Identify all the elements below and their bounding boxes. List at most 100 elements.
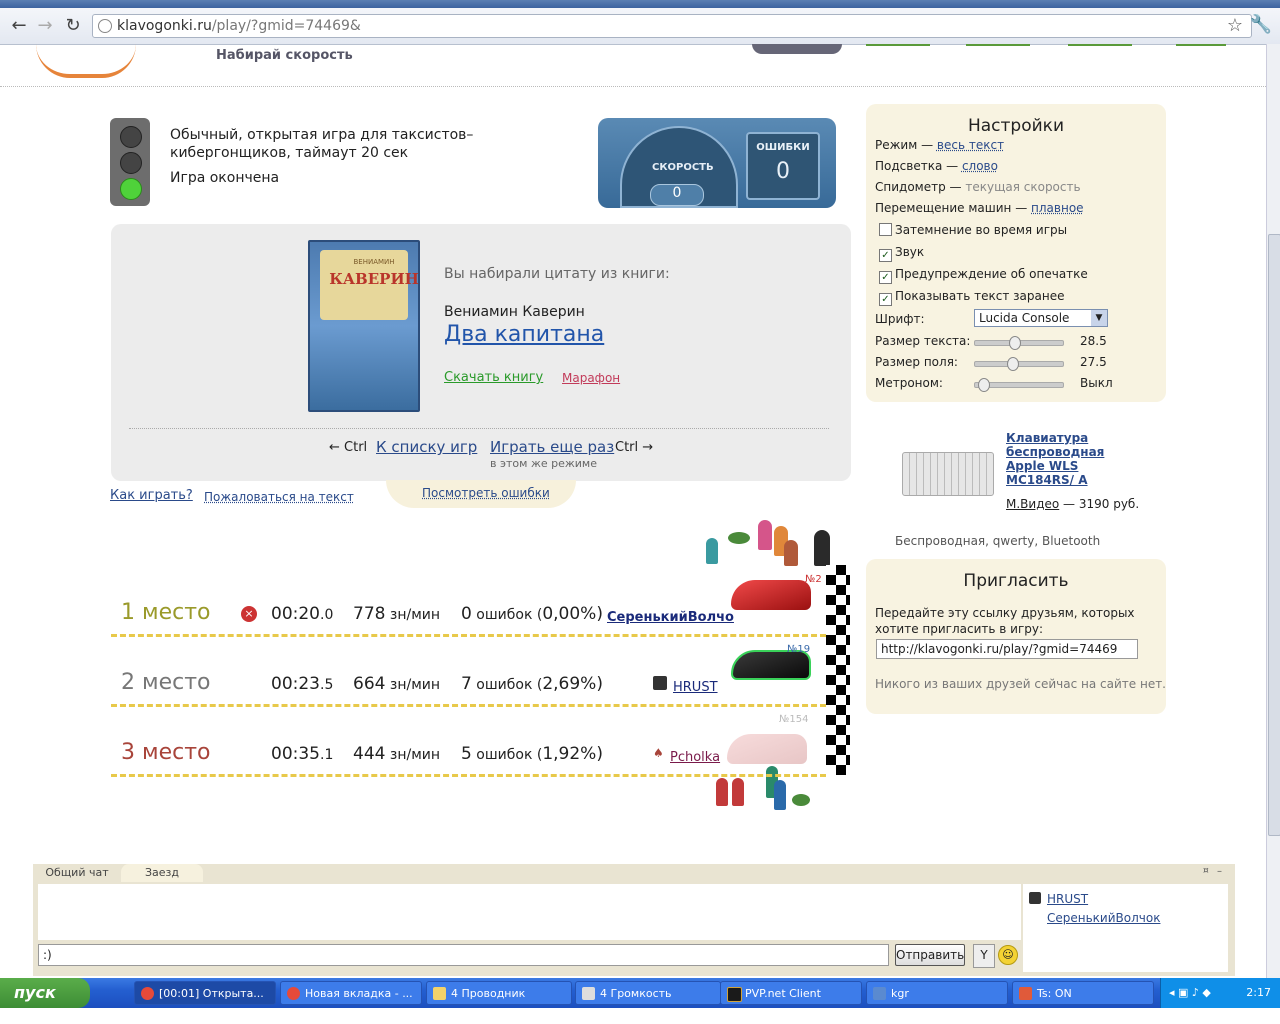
spectator-icon bbox=[706, 538, 718, 564]
player-link[interactable]: Pcholka bbox=[670, 750, 720, 765]
highlight-link[interactable]: слово bbox=[962, 159, 998, 173]
chat-user-link[interactable]: HRUST bbox=[1047, 892, 1088, 906]
spectators-top bbox=[706, 520, 836, 568]
chat-messages bbox=[38, 884, 1021, 940]
play-again-link[interactable]: Играть еще раз bbox=[490, 438, 614, 456]
minimize-icon[interactable]: – bbox=[1217, 866, 1227, 877]
task-item[interactable]: PVP.net Client bbox=[720, 981, 862, 1005]
race-car-3 bbox=[727, 734, 807, 764]
back-to-games-link[interactable]: К списку игр bbox=[376, 438, 477, 456]
game-status: Игра окончена bbox=[170, 170, 280, 186]
setting-speedometer: Спидометр — текущая скорость bbox=[875, 180, 1081, 194]
browser-toolbar: ← → ↻ klavogonki.ru/play/?gmid=74469& ☆ … bbox=[0, 8, 1280, 45]
user-avatar-icon bbox=[1029, 892, 1041, 904]
task-item[interactable]: Ts: ON bbox=[1012, 981, 1154, 1005]
setting-show-text[interactable]: ✓ Показывать текст заранее bbox=[879, 289, 1064, 306]
errors-label: ОШИБКИ bbox=[756, 142, 810, 153]
result-row-1: 1 место × 00:20.0 778 зн/мин 0 ошибок (0… bbox=[111, 574, 826, 646]
smiley-icon[interactable]: ☺ bbox=[998, 945, 1018, 965]
book-author: Вениамин Каверин bbox=[444, 304, 585, 320]
book-cover[interactable]: ВЕНИАМИН КАВЕРИН bbox=[308, 240, 420, 412]
close-icon[interactable]: × bbox=[241, 606, 257, 622]
player-link[interactable]: СеренькийВолчо bbox=[607, 610, 734, 625]
lamp-off bbox=[120, 126, 142, 148]
send-button[interactable]: Отправить bbox=[895, 944, 965, 966]
tab-race-chat[interactable]: Заезд bbox=[121, 864, 203, 882]
chat-user-link[interactable]: СеренькийВолчок bbox=[1047, 911, 1160, 925]
mode-link[interactable]: весь текст bbox=[937, 138, 1004, 152]
result-errors: 5 ошибок (1,92%) bbox=[461, 744, 603, 764]
result-speed: 664 зн/мин bbox=[353, 674, 441, 694]
invite-friends-note: Никого из ваших друзей сейчас на сайте н… bbox=[875, 677, 1166, 691]
sound-checkbox[interactable]: ✓ bbox=[879, 249, 892, 262]
start-button[interactable]: пуск bbox=[0, 978, 90, 1008]
slider-knob[interactable] bbox=[978, 378, 990, 392]
task-item[interactable]: 4 Проводник bbox=[426, 981, 572, 1005]
book-title-link[interactable]: Два капитана bbox=[444, 322, 604, 347]
nav-tab[interactable] bbox=[1068, 44, 1132, 46]
volume-icon bbox=[582, 987, 595, 1000]
chat-input[interactable]: :) bbox=[38, 944, 889, 966]
turtle-icon bbox=[792, 794, 810, 806]
speedometer-panel: СКОРОСТЬ 0 ОШИБКИ 0 bbox=[598, 118, 836, 208]
clock[interactable]: 2:17 bbox=[1246, 986, 1271, 999]
metronome-value: Выкл bbox=[1080, 376, 1113, 390]
invite-url-field[interactable]: http://klavogonki.ru/play/?gmid=74469 bbox=[876, 639, 1138, 659]
task-item[interactable]: Новая вкладка - ... bbox=[280, 981, 422, 1005]
tray-icons[interactable]: ◂ ▣ ♪ ◆ bbox=[1169, 986, 1211, 999]
setting-typo-warning[interactable]: ✓ Предупреждение об опечатке bbox=[879, 267, 1088, 284]
setting-sound[interactable]: ✓ Звук bbox=[879, 245, 924, 262]
metronome-slider[interactable] bbox=[974, 378, 1064, 392]
marathon-link[interactable]: Марафон bbox=[562, 371, 620, 385]
view-errors-link[interactable]: Посмотреть ошибки bbox=[422, 486, 550, 500]
tab-general-chat[interactable]: Общий чат bbox=[37, 864, 117, 882]
nav-tab[interactable] bbox=[866, 44, 930, 46]
font-select[interactable]: Lucida Console ▼ bbox=[974, 309, 1108, 327]
reload-icon[interactable]: ↻ bbox=[62, 15, 84, 37]
chevron-down-icon[interactable]: ▼ bbox=[1091, 310, 1107, 326]
page-scrollbar[interactable] bbox=[1266, 44, 1280, 978]
result-time: 00:35.1 bbox=[271, 744, 334, 764]
player-link[interactable]: HRUST bbox=[673, 680, 718, 695]
slider-knob[interactable] bbox=[1009, 336, 1021, 350]
car-move-link[interactable]: плавное bbox=[1031, 201, 1084, 215]
turtle-icon bbox=[728, 532, 750, 544]
site-logo[interactable] bbox=[36, 44, 136, 78]
book-panel: ВЕНИАМИН КАВЕРИН Вы набирали цитату из к… bbox=[111, 224, 851, 481]
address-bar[interactable]: klavogonki.ru/play/?gmid=74469& ☆ bbox=[92, 14, 1252, 38]
text-size-label: Размер текста: bbox=[875, 334, 971, 348]
show-text-checkbox[interactable]: ✓ bbox=[879, 293, 892, 306]
how-to-play-link[interactable]: Как играть? bbox=[110, 488, 193, 503]
text-size-slider[interactable] bbox=[974, 336, 1064, 350]
nav-tab[interactable] bbox=[966, 44, 1030, 46]
keyboard-image[interactable] bbox=[902, 452, 994, 496]
result-errors: 7 ошибок (2,69%) bbox=[461, 674, 603, 694]
shop-link[interactable]: М.Видео bbox=[1006, 497, 1059, 511]
ad-title-link[interactable]: Клавиатура беспроводная Apple WLS MC184R… bbox=[1006, 431, 1116, 487]
setting-dim[interactable]: Затемнение во время игры bbox=[879, 223, 1067, 237]
scrollbar-thumb[interactable] bbox=[1268, 234, 1280, 836]
task-item[interactable]: kgr bbox=[866, 981, 1008, 1005]
task-item[interactable]: [00:01] Открыта... bbox=[134, 981, 276, 1005]
nav-tab-active[interactable] bbox=[752, 44, 842, 54]
download-book-link[interactable]: Скачать книгу bbox=[444, 370, 543, 385]
kgr-icon bbox=[873, 987, 886, 1000]
typo-checkbox[interactable]: ✓ bbox=[879, 271, 892, 284]
settings-title: Настройки bbox=[967, 116, 1064, 136]
pin-icon[interactable]: ¤ bbox=[1203, 866, 1213, 876]
wrench-icon[interactable]: 🔧 bbox=[1250, 14, 1272, 35]
lane-divider bbox=[111, 634, 826, 637]
ctrl-right-hint: Ctrl → bbox=[615, 440, 654, 455]
chat-users-list: HRUST СеренькийВолчок bbox=[1023, 884, 1228, 972]
ctrl-left-hint: ← Ctrl bbox=[329, 440, 368, 455]
nav-tab[interactable] bbox=[1176, 44, 1226, 46]
forward-arrow-icon[interactable]: → bbox=[34, 15, 56, 37]
filter-icon[interactable]: Y bbox=[973, 944, 995, 968]
task-item[interactable]: 4 Громкость bbox=[575, 981, 721, 1005]
dim-checkbox[interactable] bbox=[879, 223, 892, 236]
complain-link[interactable]: Пожаловаться на текст bbox=[204, 490, 354, 504]
slider-knob[interactable] bbox=[1007, 357, 1019, 371]
field-size-slider[interactable] bbox=[974, 357, 1064, 371]
back-arrow-icon[interactable]: ← bbox=[8, 15, 30, 37]
bookmark-star-icon[interactable]: ☆ bbox=[1227, 15, 1243, 36]
